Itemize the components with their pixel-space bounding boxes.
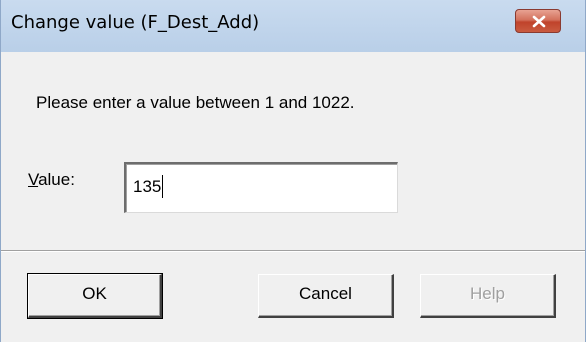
close-button[interactable] (515, 9, 561, 33)
value-input-text: 135 (133, 177, 162, 196)
close-icon (532, 15, 546, 28)
help-button[interactable]: Help (420, 274, 556, 318)
value-input[interactable]: 135 (124, 162, 398, 213)
cancel-button[interactable]: Cancel (258, 274, 394, 318)
button-separator (1, 250, 585, 252)
text-caret (162, 175, 163, 198)
value-label: Value: (28, 170, 75, 190)
title-bar[interactable]: Change value (F_Dest_Add) (1, 0, 585, 52)
value-label-mnemonic: V (28, 170, 39, 189)
window-title: Change value (F_Dest_Add) (11, 12, 260, 33)
value-label-text: alue: (38, 170, 75, 189)
dialog-window: Change value (F_Dest_Add) Please enter a… (0, 0, 586, 342)
ok-button[interactable]: OK (27, 273, 163, 319)
dialog-body: Please enter a value between 1 and 1022.… (1, 52, 585, 342)
prompt-message: Please enter a value between 1 and 1022. (36, 93, 355, 112)
